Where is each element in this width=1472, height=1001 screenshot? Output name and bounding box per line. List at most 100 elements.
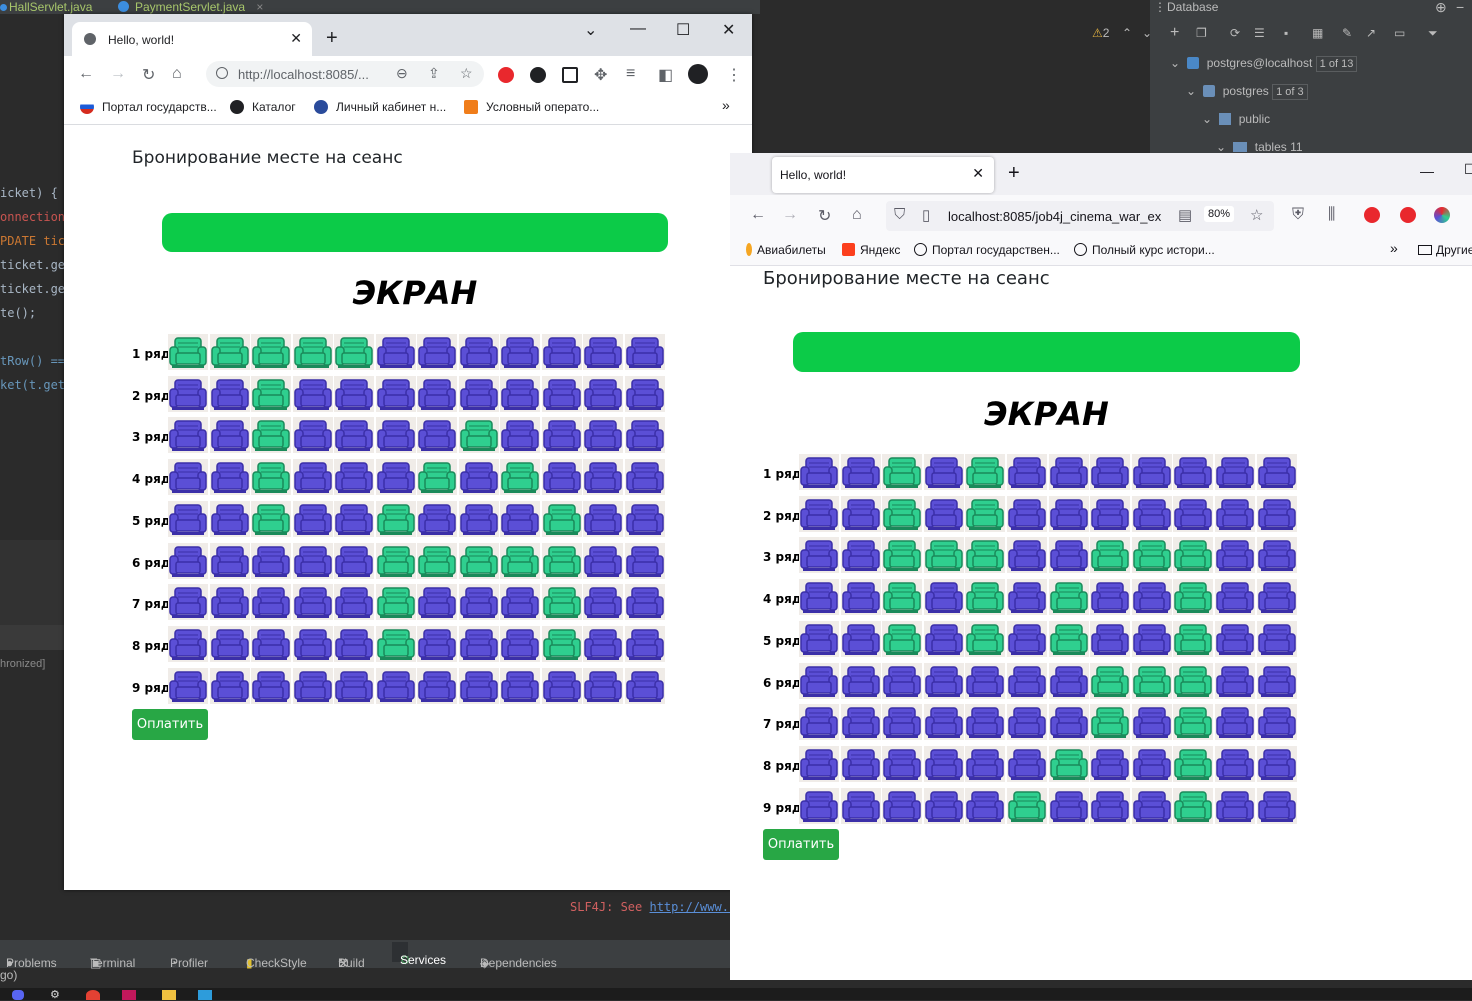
seat-free[interactable] [334,584,374,621]
site-info-icon[interactable] [216,67,228,79]
seat-free[interactable] [1048,537,1089,574]
seat-free[interactable] [583,500,623,537]
seat-free[interactable] [923,495,964,532]
seat-free[interactable] [1007,454,1047,490]
tree-node-postgres-localhost[interactable]: ⌄ postgres@localhost 1 of 13 [1170,56,1358,72]
new-tab-icon[interactable]: + [1008,162,1020,185]
seat-free[interactable] [882,787,923,824]
discord-icon[interactable] [12,990,24,1000]
seat-free[interactable] [209,417,250,454]
seat-free[interactable] [1090,454,1131,490]
seat-free[interactable] [500,375,540,412]
seat-occupied[interactable] [1173,579,1214,616]
seat-free[interactable] [251,625,291,662]
seat-occupied[interactable] [1173,704,1214,741]
shield-icon[interactable]: ⛉ [894,206,905,223]
address-bar[interactable]: ⛉ ▯ localhost:8085/job4j_cinema_war_ex ▤… [886,201,1274,231]
seat-occupied[interactable] [965,537,1006,574]
seat-free[interactable] [541,375,582,412]
seat-free[interactable] [624,459,665,496]
seat-free[interactable] [882,704,923,741]
seat-free[interactable] [1256,620,1297,657]
seat-free[interactable] [417,375,457,412]
seat-free[interactable] [624,375,665,412]
seat-free[interactable] [923,620,964,657]
seat-occupied[interactable] [251,334,291,370]
reading-list-icon[interactable]: ≡ [626,65,635,83]
seat-free[interactable] [1007,537,1047,574]
seat-free[interactable] [799,495,839,532]
seat-free[interactable] [923,454,964,490]
new-tab-icon[interactable]: + [326,27,338,50]
seat-free[interactable] [624,542,665,579]
bookmark-personal-account[interactable]: Личный кабинет н... [314,100,446,114]
ublock-icon[interactable] [1400,207,1416,223]
seat-occupied[interactable] [500,542,540,579]
seat-free[interactable] [882,745,923,782]
ide-tab-paymentservlet[interactable]: PaymentServlet.java × [118,0,263,14]
seat-free[interactable] [458,500,499,537]
seat-free[interactable] [292,667,333,704]
minimize-icon[interactable]: — [630,20,646,38]
chevron-down-icon[interactable]: ⌄ [1142,26,1152,40]
other-bookmarks[interactable]: Другие [1418,243,1472,257]
forward-icon[interactable]: → [110,65,126,83]
tab-search-icon[interactable]: ⌄ [584,20,597,40]
seat-occupied[interactable] [1131,537,1172,574]
seat-free[interactable] [500,584,540,621]
seat-free[interactable] [334,625,374,662]
forward-icon[interactable]: → [782,206,798,224]
seat-occupied[interactable] [1048,620,1089,657]
profile-avatar[interactable] [688,64,708,84]
seat-free[interactable] [500,500,540,537]
seat-occupied[interactable] [375,542,416,579]
close-icon[interactable]: × [256,0,263,14]
side-panel-icon[interactable]: ◧ [658,65,673,85]
seat-free[interactable] [209,667,250,704]
seat-free[interactable] [840,537,881,574]
seat-free[interactable] [923,745,964,782]
star-icon[interactable]: ☆ [1250,206,1263,224]
seat-free[interactable] [334,500,374,537]
bookmark-aviabilety[interactable]: Авиабилеты [746,243,826,257]
chrome-tab[interactable]: Hello, world! ✕ [72,22,312,56]
seat-free[interactable] [583,584,623,621]
seat-free[interactable] [624,584,665,621]
seat-free[interactable] [458,334,499,370]
adblock-icon[interactable] [1364,207,1380,223]
seat-occupied[interactable] [1048,579,1089,616]
seat-free[interactable] [417,625,457,662]
seat-free[interactable] [1215,495,1255,532]
bookmark-gosuslugi[interactable]: Портал государств... [80,100,217,114]
zoom-icon[interactable]: ⊖ [396,65,408,82]
seat-free[interactable] [1131,579,1172,616]
home-icon[interactable]: ⌂ [852,206,862,224]
seat-free[interactable] [1090,495,1131,532]
seat-free[interactable] [541,334,582,370]
bookmark-catalog[interactable]: Каталог [230,100,296,114]
seat-free[interactable] [583,542,623,579]
reader-view-icon[interactable]: ▤ [1178,206,1192,224]
seat-free[interactable] [923,579,964,616]
seat-free[interactable] [1173,454,1214,490]
seat-free[interactable] [799,745,839,782]
close-tab-icon[interactable]: ✕ [972,165,984,182]
seat-free[interactable] [799,620,839,657]
seat-free[interactable] [840,454,881,490]
seat-free[interactable] [965,745,1006,782]
seat-occupied[interactable] [251,500,291,537]
chevron-up-icon[interactable]: ⌃ [1122,26,1132,40]
globe-icon[interactable]: ⊕ [1435,0,1447,16]
share-icon[interactable]: ⇪ [428,65,440,82]
seat-free[interactable] [458,584,499,621]
seat-free[interactable] [168,459,208,496]
seat-free[interactable] [417,667,457,704]
seat-free[interactable] [840,495,881,532]
seat-free[interactable] [168,584,208,621]
seat-free[interactable] [1215,662,1255,699]
seat-free[interactable] [458,459,499,496]
close-tab-icon[interactable]: ✕ [290,30,302,47]
seat-free[interactable] [624,500,665,537]
seat-free[interactable] [168,542,208,579]
seat-free[interactable] [799,787,839,824]
